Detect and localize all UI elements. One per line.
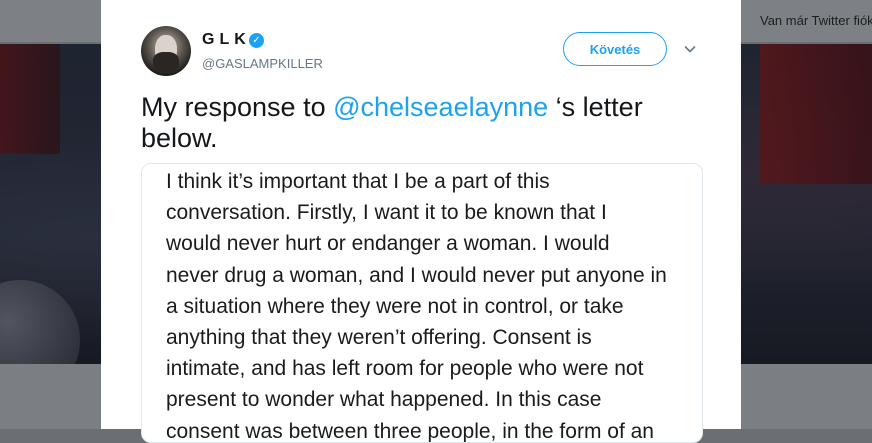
statement-line: would never hurt or endanger a woman. I … — [166, 232, 610, 256]
mention-link[interactable]: @chelseaelaynne — [333, 92, 548, 122]
statement-line: intimate, and has left room for people w… — [166, 357, 644, 381]
signup-prompt[interactable]: Van már Twitter fiókod? — [760, 13, 872, 28]
statement-line: conversation. Firstly, I want it to be k… — [166, 201, 607, 225]
banner-art-left — [0, 44, 60, 154]
chevron-down-icon[interactable] — [684, 42, 696, 54]
avatar-beard — [153, 52, 179, 72]
statement-line: consent was between three people, in the… — [166, 419, 654, 443]
tweet-text-prefix: My response to — [141, 92, 334, 122]
statement-line: I think it’s important that I be a part … — [166, 170, 550, 193]
statement-text: I think it’s important that I be a part … — [166, 166, 696, 443]
statement-line: a situation where they were not in contr… — [166, 294, 624, 318]
tweet-text: My response to @chelseaelaynne ‘s letter… — [141, 92, 681, 154]
tweet-modal: GLK ✓ @GASLAMPKILLER Követés My response… — [101, 0, 741, 443]
tweet-media-image[interactable]: I think it’s important that I be a part … — [141, 163, 703, 443]
banner-art-right — [760, 44, 872, 184]
statement-line: never drug a woman, and I would never pu… — [166, 263, 667, 287]
verified-badge-icon: ✓ — [249, 33, 264, 48]
follow-button[interactable]: Követés — [563, 32, 667, 66]
statement-line: anything that they weren’t offering. Con… — [166, 326, 592, 350]
user-handle[interactable]: @GASLAMPKILLER — [202, 56, 323, 71]
display-name[interactable]: GLK — [202, 31, 251, 49]
statement-line: present to wonder what happened. In this… — [166, 388, 602, 412]
avatar[interactable] — [141, 26, 191, 76]
